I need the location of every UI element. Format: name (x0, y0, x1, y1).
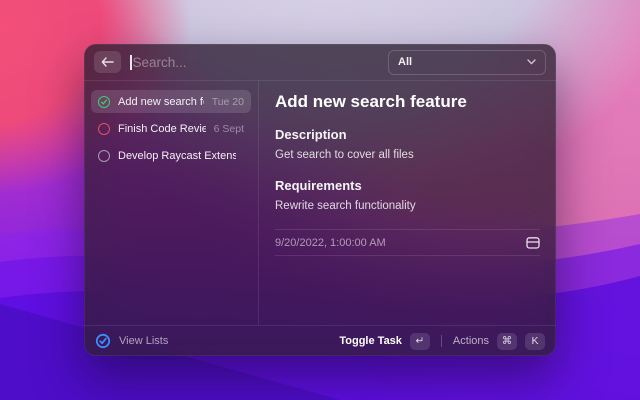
task-done-circle-icon[interactable] (98, 96, 110, 108)
actions-menu-button[interactable]: Actions (453, 335, 489, 347)
filter-dropdown-value: All (398, 56, 412, 68)
k-key-badge: K (525, 333, 545, 350)
section-heading: Description (275, 127, 540, 142)
search-field[interactable] (130, 55, 379, 70)
footer-divider (441, 335, 442, 347)
window-header: All (84, 44, 556, 81)
section-body: Get search to cover all files (275, 149, 540, 161)
section-heading: Requirements (275, 178, 540, 193)
task-row-add-new-search-feature[interactable]: Add new search feature Tue 20 (91, 90, 251, 113)
due-date-value: 9/20/2022, 1:00:00 AM (275, 237, 386, 249)
task-list: Add new search feature Tue 20 Finish Cod… (84, 81, 259, 325)
back-button[interactable] (94, 51, 121, 73)
toggle-task-action[interactable]: Toggle Task (339, 335, 402, 347)
task-title: Develop Raycast Extension (118, 150, 236, 162)
text-caret (130, 55, 132, 70)
arrow-left-icon (101, 57, 114, 67)
raycast-window: All Add new search feature Tue 20 (84, 44, 556, 356)
task-title: Add new search feature (118, 96, 204, 108)
enter-key-badge: ↵ (410, 333, 430, 350)
task-open-circle-icon[interactable] (98, 123, 110, 135)
task-detail-panel: Add new search feature Description Get s… (259, 81, 556, 325)
detail-section-requirements: Requirements Rewrite search functionalit… (275, 178, 540, 212)
calendar-icon (526, 236, 540, 249)
chevron-down-icon (527, 59, 536, 65)
task-open-circle-icon[interactable] (98, 150, 110, 162)
task-row-develop-raycast-extension[interactable]: Develop Raycast Extension (91, 144, 251, 167)
todo-app-icon (95, 333, 111, 349)
task-date: Tue 20 (212, 96, 244, 108)
task-row-finish-code-reviews[interactable]: Finish Code Reviews 6 Sept (91, 117, 251, 140)
cmd-key-badge: ⌘ (497, 333, 517, 350)
task-date: 6 Sept (214, 123, 244, 135)
detail-title: Add new search feature (275, 92, 540, 112)
window-body: Add new search feature Tue 20 Finish Cod… (84, 81, 556, 325)
filter-dropdown[interactable]: All (388, 50, 546, 75)
detail-section-description: Description Get search to cover all file… (275, 127, 540, 161)
search-input[interactable] (133, 55, 380, 70)
view-lists-label[interactable]: View Lists (119, 335, 168, 347)
check-icon (100, 98, 108, 106)
due-date-row: 9/20/2022, 1:00:00 AM (275, 229, 540, 256)
section-body: Rewrite search functionality (275, 200, 540, 212)
window-footer: View Lists Toggle Task ↵ Actions ⌘ K (84, 325, 556, 356)
desktop-wallpaper: All Add new search feature Tue 20 (0, 0, 640, 400)
task-title: Finish Code Reviews (118, 123, 206, 135)
